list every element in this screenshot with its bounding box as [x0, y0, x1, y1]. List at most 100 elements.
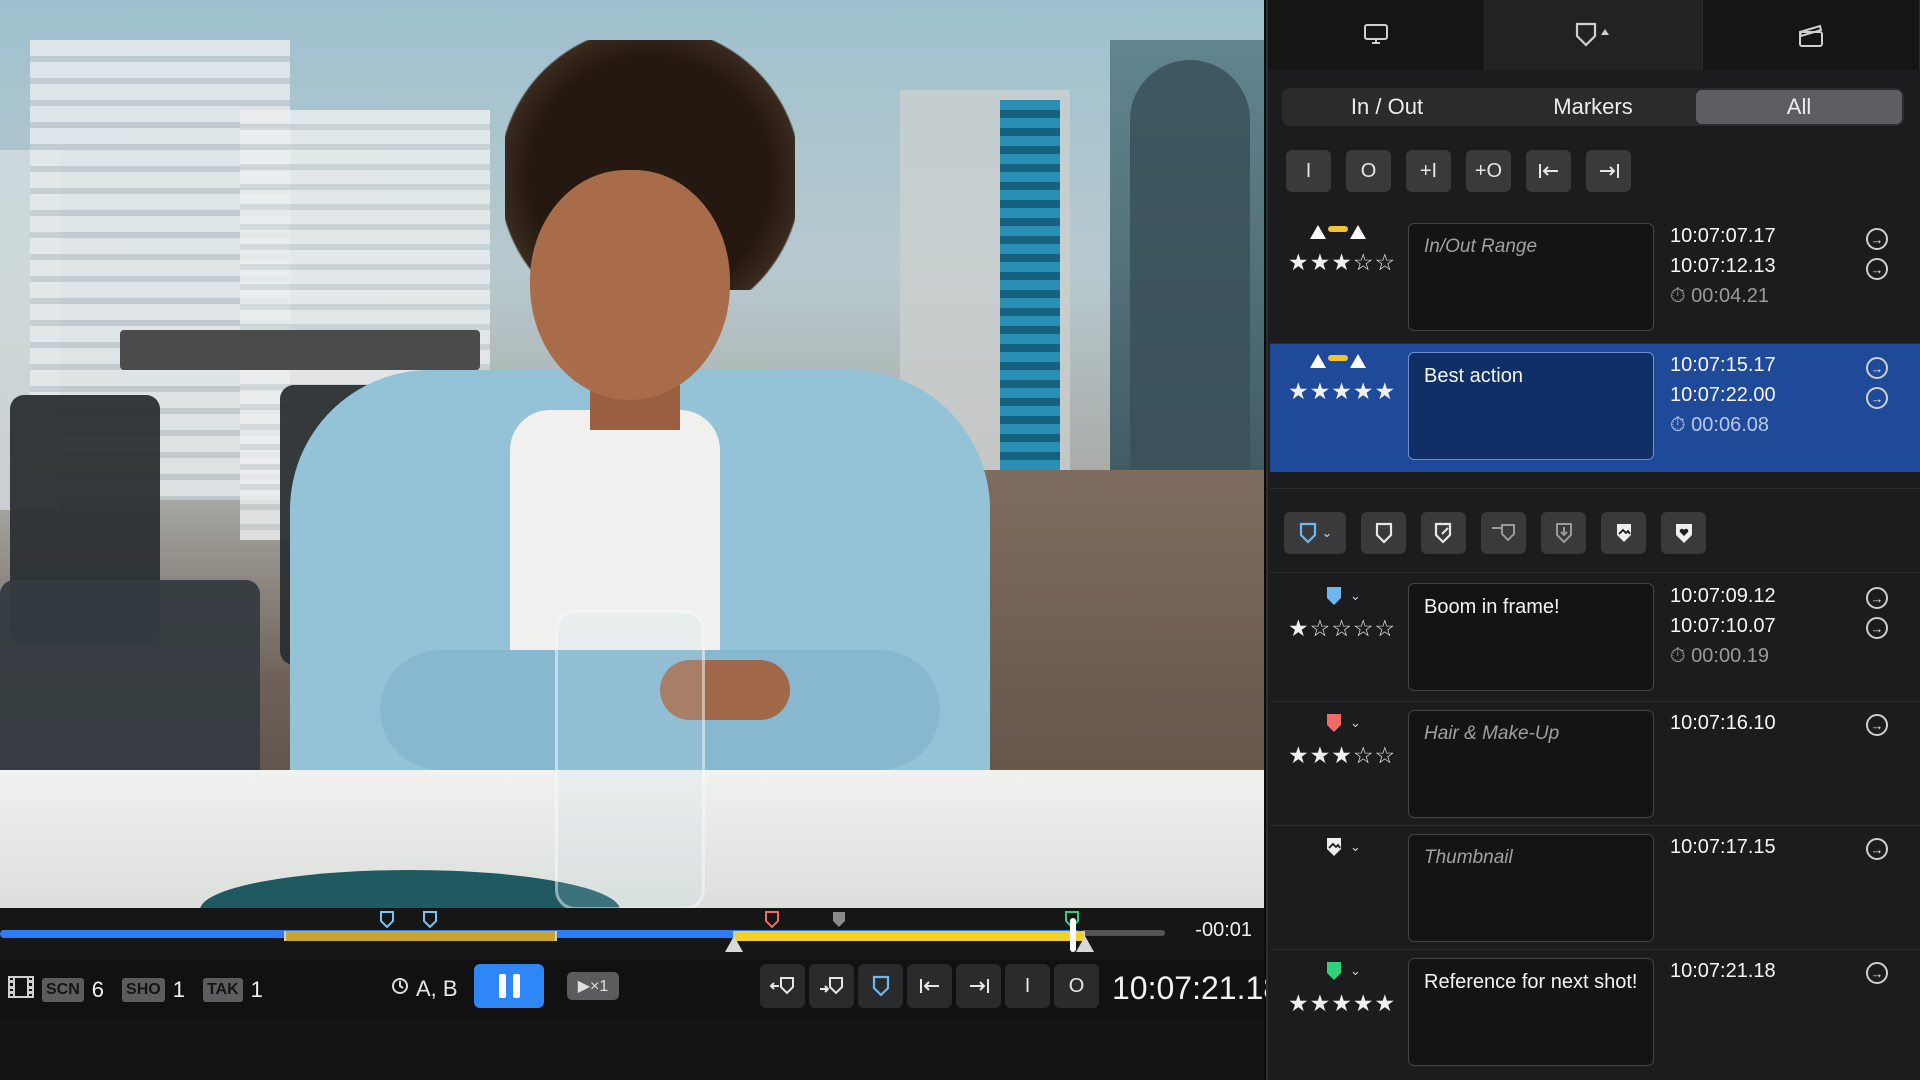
inout-row[interactable]: ★★★☆☆ In/Out Range 10:07:07.17 10:07:12.… [1270, 215, 1920, 339]
marker-image-button[interactable] [1601, 512, 1646, 554]
go-to-out-icon[interactable]: → [1866, 617, 1888, 639]
marker-outline-button[interactable] [1361, 512, 1406, 554]
marker-color-dropdown[interactable]: ⌄ [1284, 512, 1346, 554]
marker-row[interactable]: ⌄ Thumbnail 10:07:17.15 → [1270, 826, 1920, 946]
background-table [120, 330, 480, 370]
star-rating[interactable]: ★☆☆☆☆ [1288, 615, 1396, 642]
star-rating[interactable]: ★★★☆☆ [1288, 742, 1396, 769]
note-field[interactable]: In/Out Range [1408, 223, 1654, 331]
marker-image-icon [1327, 838, 1341, 856]
monitor-icon [1364, 24, 1389, 44]
set-out-button[interactable]: O [1054, 964, 1099, 1008]
out-timecode: 10:07:12.13 [1670, 255, 1776, 277]
go-to-marker-icon[interactable]: → [1866, 838, 1888, 860]
go-to-in-icon[interactable]: → [1866, 228, 1888, 250]
in-timecode: 10:07:09.12 [1670, 585, 1776, 607]
next-marker-button[interactable] [809, 964, 854, 1008]
marker-color-selector[interactable]: ⌄ [1324, 585, 1361, 607]
marker-blue-dropdown-icon [1299, 522, 1316, 544]
duration-value: 00:06.08 [1691, 414, 1770, 436]
inout-range-2[interactable] [733, 931, 1085, 941]
video-viewer[interactable] [0, 0, 1264, 908]
add-out-point-button[interactable]: +O [1466, 150, 1511, 192]
add-marker-icon [872, 975, 889, 997]
playhead[interactable] [1070, 918, 1076, 952]
marker-range-button[interactable] [1481, 512, 1526, 554]
prev-marker-button[interactable] [760, 964, 805, 1008]
jump-to-in-button[interactable] [1526, 150, 1571, 192]
marker-red-icon [1327, 714, 1341, 732]
in-timecode: 10:07:07.17 [1670, 225, 1776, 247]
set-in-button[interactable]: I [1005, 964, 1050, 1008]
in-point-handle[interactable] [725, 936, 743, 952]
side-panel: In / Out Markers All I O +I +O ★★★☆☆ In/… [1266, 0, 1920, 1080]
timeline-marker-blue-icon[interactable] [423, 911, 437, 929]
go-to-marker-icon[interactable]: → [1866, 962, 1888, 984]
marker-tag-icon [1576, 22, 1610, 47]
marker-times: 10:07:16.10 [1670, 708, 1776, 738]
star-rating[interactable]: ★★★★★ [1288, 990, 1396, 1017]
jump-to-out-button[interactable] [1586, 150, 1631, 192]
take-tag: TAK [202, 978, 243, 1002]
scene-tag: SCN [42, 978, 84, 1002]
pause-button[interactable] [474, 964, 544, 1008]
go-to-out-icon[interactable]: → [1866, 258, 1888, 280]
marker-color-selector[interactable]: ⌄ [1324, 960, 1361, 982]
timeline-marker-image-icon[interactable] [832, 911, 846, 928]
marker-color-selector[interactable]: ⌄ [1324, 836, 1361, 858]
marker-image-icon [1616, 524, 1631, 542]
duration-value: 00:00.19 [1691, 645, 1770, 667]
camera-sync[interactable]: A, B [390, 976, 458, 1002]
marker-heart-button[interactable] [1661, 512, 1706, 554]
tab-clapper[interactable] [1703, 0, 1920, 70]
note-field[interactable]: Thumbnail [1408, 834, 1654, 942]
star-rating[interactable]: ★★★☆☆ [1288, 249, 1396, 276]
out-point-handle[interactable] [1076, 936, 1094, 952]
timeline-scrubber[interactable]: -00:01 [0, 908, 1264, 960]
segment-all[interactable]: All [1696, 90, 1902, 124]
in-timecode: 10:07:21.18 [1670, 960, 1776, 982]
marker-color-selector[interactable]: ⌄ [1324, 712, 1361, 734]
note-field[interactable]: Boom in frame! [1408, 583, 1654, 691]
star-rating[interactable]: ★★★★★ [1288, 378, 1396, 405]
inout-range-icon [1310, 225, 1366, 239]
marker-range-icon [1491, 524, 1515, 542]
playback-speed[interactable]: ▶×1 [567, 972, 619, 1000]
marker-toolbar: ⌄ [1284, 512, 1706, 554]
add-marker-button[interactable] [858, 964, 903, 1008]
segment-markers[interactable]: Markers [1490, 90, 1696, 124]
marker-row[interactable]: ⌄ ★★★☆☆ Hair & Make-Up 10:07:16.10 → [1270, 702, 1920, 822]
note-field[interactable]: Reference for next shot! [1408, 958, 1654, 1066]
duration: ⏱ 00:00.19 [1670, 645, 1770, 667]
marker-row[interactable]: ⌄ ★☆☆☆☆ Boom in frame! 10:07:09.12 10:07… [1270, 573, 1920, 698]
tab-monitor[interactable] [1268, 0, 1486, 70]
set-in-point-button[interactable]: I [1286, 150, 1331, 192]
section-divider [1270, 488, 1920, 489]
go-to-in-button[interactable] [907, 964, 952, 1008]
marker-download-button[interactable] [1541, 512, 1586, 554]
inout-row-selected[interactable]: ★★★★★ Best action 10:07:15.17 10:07:22.0… [1270, 344, 1920, 472]
inout-range-1[interactable] [284, 931, 557, 941]
timeline-marker-red-icon[interactable] [765, 911, 779, 929]
marker-row[interactable]: ⌄ ★★★★★ Reference for next shot! 10:07:2… [1270, 950, 1920, 1075]
marker-edit-button[interactable] [1421, 512, 1466, 554]
go-to-out-button[interactable] [956, 964, 1001, 1008]
current-timecode: 10:07:21.18 [1112, 970, 1282, 1006]
marker-times: 10:07:09.12 10:07:10.07 ⏱ 00:00.19 [1670, 581, 1776, 671]
set-out-point-button[interactable]: O [1346, 150, 1391, 192]
go-to-out-icon[interactable]: → [1866, 387, 1888, 409]
tab-markers[interactable] [1485, 0, 1703, 70]
go-to-in-icon[interactable]: → [1866, 357, 1888, 379]
take-number: 1 [250, 977, 263, 1002]
chevron-down-icon: ⌄ [1350, 588, 1361, 603]
segment-in-out[interactable]: In / Out [1284, 90, 1490, 124]
go-to-marker-icon[interactable]: → [1866, 714, 1888, 736]
timeline-marker-blue-icon[interactable] [380, 911, 394, 929]
camera-angles: A, B [416, 976, 458, 1001]
add-in-point-button[interactable]: +I [1406, 150, 1451, 192]
go-to-in-icon[interactable]: → [1866, 587, 1888, 609]
in-timecode: 10:07:17.15 [1670, 836, 1776, 858]
note-field[interactable]: Hair & Make-Up [1408, 710, 1654, 818]
film-icon [8, 976, 34, 1004]
note-field[interactable]: Best action [1408, 352, 1654, 460]
